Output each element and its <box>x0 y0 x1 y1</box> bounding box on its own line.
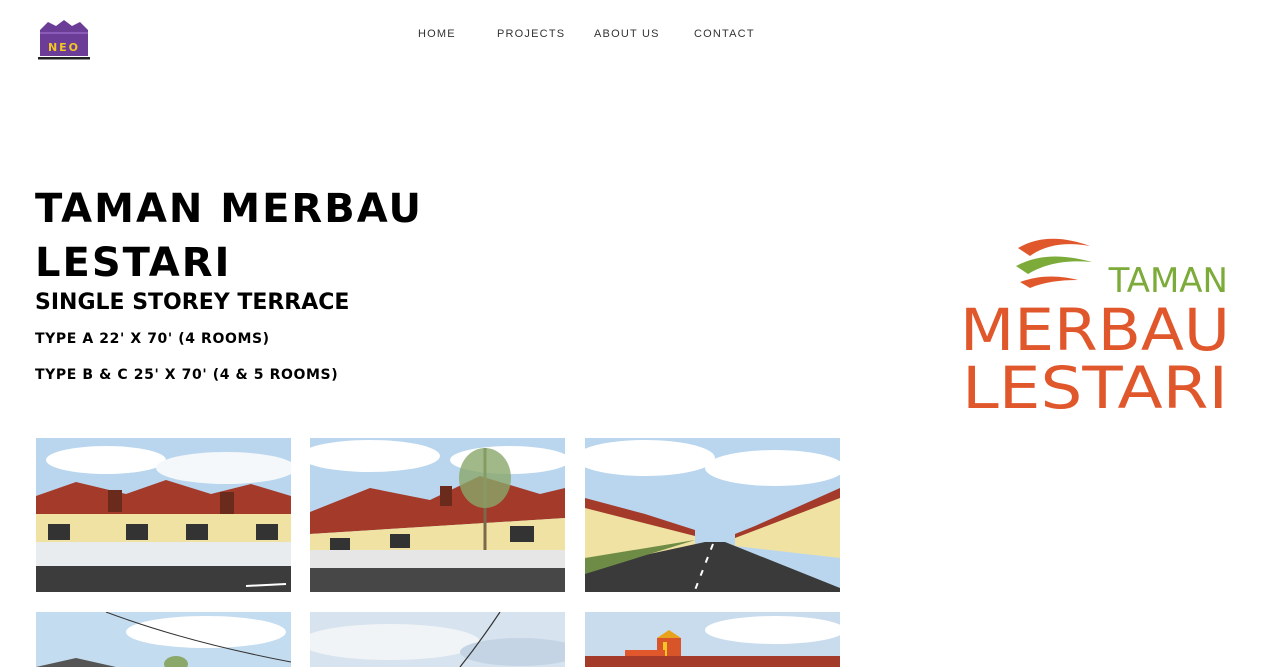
gallery-photo-2[interactable] <box>310 438 565 592</box>
nav-about-us[interactable]: ABOUT US <box>594 28 660 40</box>
project-title: TAMAN MERBAU LESTARI <box>35 186 423 286</box>
main-nav: HOME PROJECTS ABOUT US CONTACT <box>0 28 1280 44</box>
brand-line-taman: TAMAN <box>1108 261 1228 301</box>
leaf-swoosh-icon <box>1016 238 1092 288</box>
type-b-spec: TYPE B & C 25' X 70' (4 & 5 ROOMS) <box>35 367 339 383</box>
gallery-photo-3[interactable] <box>585 438 840 592</box>
gallery-photo-4[interactable] <box>36 612 291 667</box>
house-photo-icon <box>310 438 565 592</box>
gallery-photo-5[interactable] <box>310 612 565 667</box>
brand-line-lestari: LESTARI <box>962 354 1228 420</box>
house-photo-icon <box>36 612 291 667</box>
nav-contact[interactable]: CONTACT <box>694 28 755 40</box>
type-a-spec: TYPE A 22' X 70' (4 ROOMS) <box>35 331 270 347</box>
project-subtitle: SINGLE STOREY TERRACE <box>35 290 350 315</box>
nav-projects[interactable]: PROJECTS <box>497 28 565 40</box>
sky-photo-icon <box>310 612 565 667</box>
brand-logo: TAMAN MERBAU LESTARI <box>950 230 1240 422</box>
street-photo-icon <box>585 438 840 592</box>
playground-photo-icon <box>585 612 840 667</box>
gallery-photo-6[interactable] <box>585 612 840 667</box>
gallery-photo-1[interactable] <box>36 438 291 592</box>
nav-home[interactable]: HOME <box>418 28 456 40</box>
house-photo-icon <box>36 438 291 592</box>
